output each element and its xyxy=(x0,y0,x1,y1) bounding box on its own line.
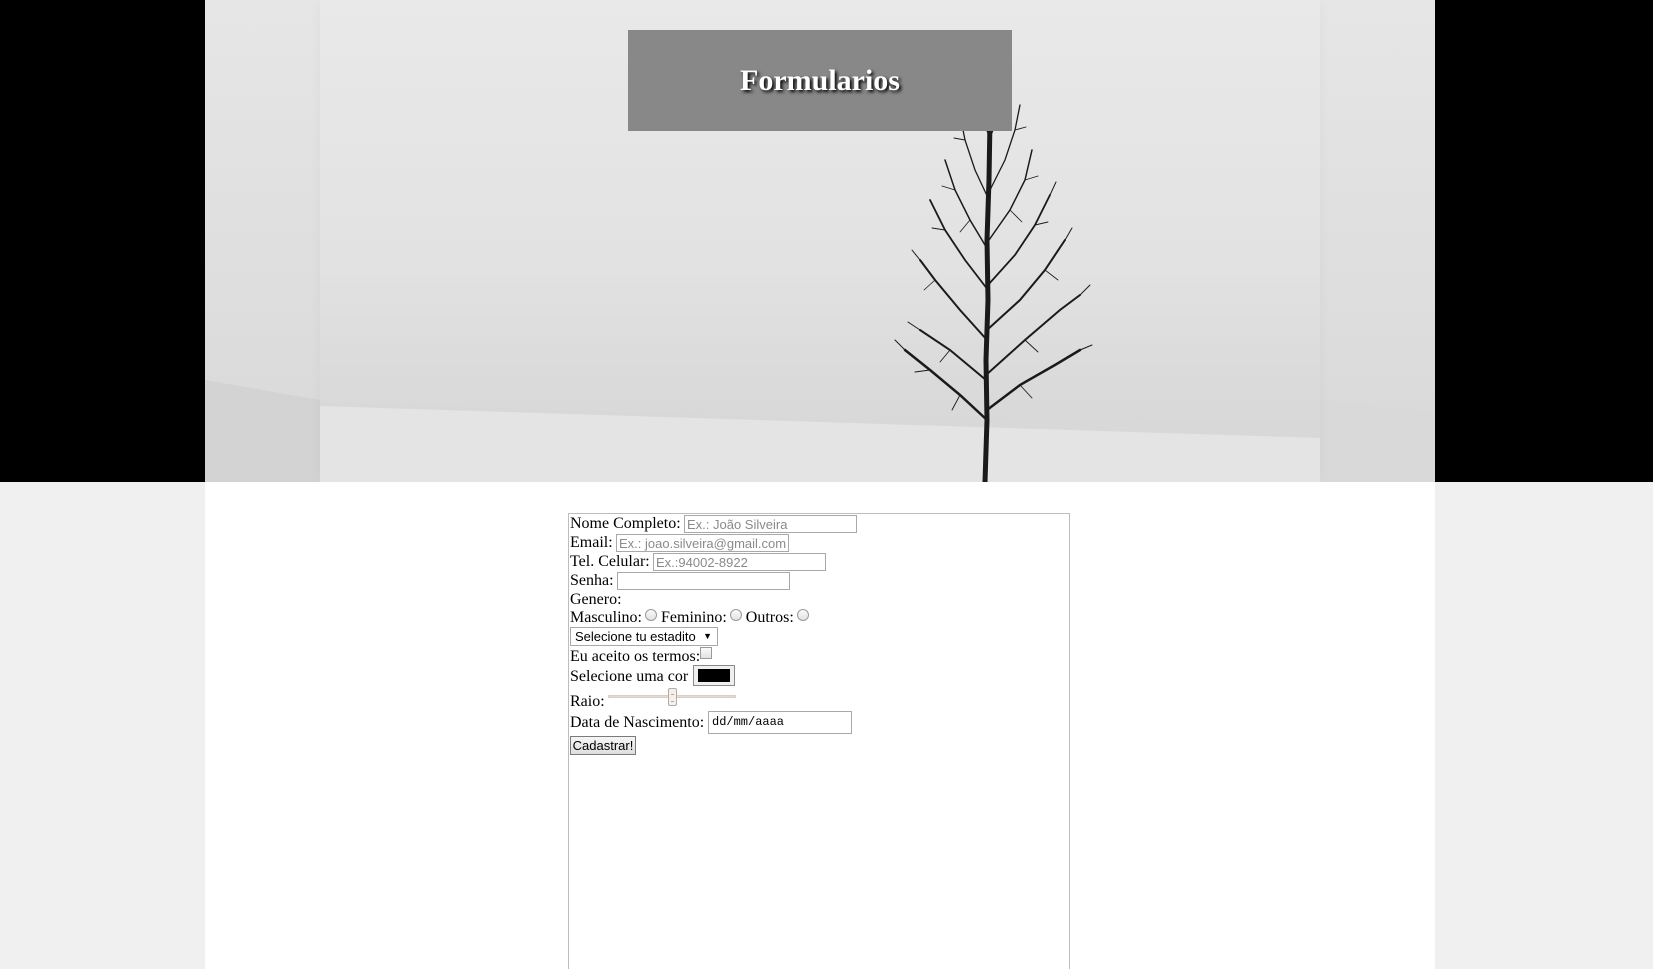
birth-date-placeholder: dd/mm/aaaa xyxy=(712,715,785,729)
password-input[interactable] xyxy=(617,572,790,590)
radius-label: Raio: xyxy=(570,693,605,710)
password-row: Senha: xyxy=(570,572,614,590)
gender-label: Genero: xyxy=(570,591,622,608)
stadium-select-value: Selecione tu estadito xyxy=(575,629,696,644)
color-label: Selecione uma cor xyxy=(570,668,689,685)
email-row: Email: xyxy=(570,534,613,552)
page-title: Formularios xyxy=(740,63,900,97)
chevron-down-icon: ▼ xyxy=(703,631,712,641)
gender-row: Genero: xyxy=(570,591,622,609)
registration-form: Nome Completo: Email: Tel. Celular: Senh… xyxy=(568,513,1070,969)
submit-button[interactable]: Cadastrar! xyxy=(570,736,636,755)
gender-options-row: Masculino: Feminino: Outros: xyxy=(570,609,809,627)
full-name-input[interactable] xyxy=(684,515,857,533)
email-input[interactable] xyxy=(616,534,789,552)
terms-checkbox[interactable] xyxy=(700,647,712,659)
password-label: Senha: xyxy=(570,572,614,589)
terms-row: Eu aceito os termos: xyxy=(570,648,700,666)
full-name-row: Nome Completo: xyxy=(570,515,681,533)
gender-other-radio[interactable] xyxy=(796,609,809,621)
radius-slider-thumb[interactable] xyxy=(667,688,677,706)
stadium-select[interactable]: Selecione tu estadito ▼ xyxy=(570,627,718,646)
radius-row: Raio: xyxy=(570,693,605,711)
full-name-label: Nome Completo: xyxy=(570,515,681,532)
phone-input[interactable] xyxy=(653,553,826,571)
phone-label: Tel. Celular: xyxy=(570,553,650,570)
birth-date-input[interactable]: dd/mm/aaaa xyxy=(708,711,852,734)
page: Formularios Nome Completo: Email: Tel. C… xyxy=(0,0,1653,969)
gender-option-female-label: Feminino: xyxy=(661,609,727,626)
gender-option-male-label: Masculino: xyxy=(570,609,642,626)
color-row: Selecione uma cor xyxy=(570,668,688,686)
phone-row: Tel. Celular: xyxy=(570,553,650,571)
birth-date-row: Data de Nascimento: xyxy=(570,714,704,732)
terms-label: Eu aceito os termos: xyxy=(570,648,701,665)
gender-option-other-label: Outros: xyxy=(745,609,794,626)
birth-date-label: Data de Nascimento: xyxy=(570,714,705,731)
color-picker[interactable] xyxy=(693,665,735,686)
color-picker-swatch xyxy=(698,669,730,682)
email-label: Email: xyxy=(570,534,613,551)
title-box: Formularios xyxy=(628,30,1012,131)
gender-male-radio[interactable] xyxy=(645,609,657,621)
gender-female-radio[interactable] xyxy=(729,609,742,621)
